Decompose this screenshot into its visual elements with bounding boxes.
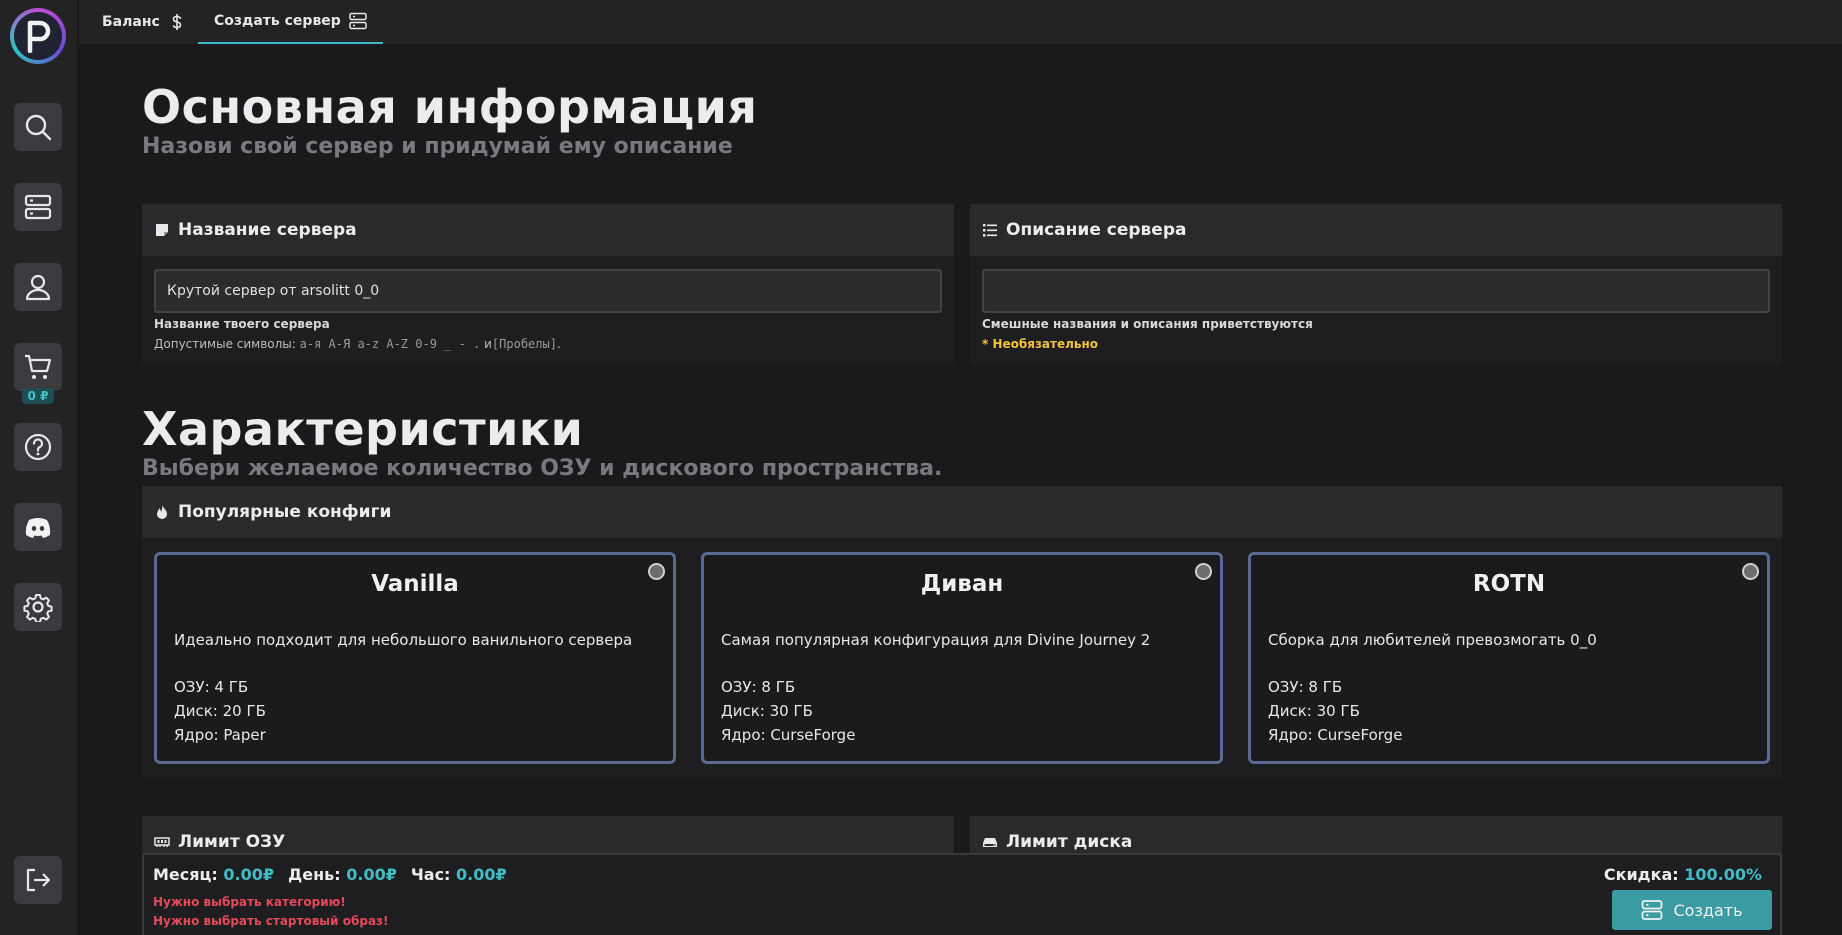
allowed-and: и xyxy=(484,337,492,351)
search-button[interactable] xyxy=(14,103,62,151)
popular-configs-title: Популярные конфиги xyxy=(178,502,392,522)
config-card-rotn[interactable]: ROTN Сборка для любителей превозмогать 0… xyxy=(1248,552,1770,764)
config-core: Ядро: CurseForge xyxy=(721,726,856,744)
fire-icon xyxy=(157,505,167,519)
config-card-vanilla[interactable]: Vanilla Идеально подходит для небольшого… xyxy=(154,552,676,764)
cart-icon xyxy=(25,354,52,379)
discord-button[interactable] xyxy=(14,503,62,551)
ram-limit-title: Лимит ОЗУ xyxy=(178,832,286,852)
config-ram: ОЗУ: 8 ГБ xyxy=(721,678,796,696)
popular-configs-header: Популярные конфиги xyxy=(142,486,1782,538)
tab-balance-label: Баланс xyxy=(102,14,160,30)
server-description-panel: Описание сервера Смешные названия и опис… xyxy=(970,204,1782,366)
config-core: Ядро: Paper xyxy=(174,726,266,744)
error-category: Нужно выбрать категорию! xyxy=(153,895,346,909)
price-row: Месяц: 0.00₽ День: 0.00₽ Час: 0.00₽ xyxy=(153,865,507,884)
user-icon xyxy=(25,274,51,301)
config-description: Сборка для любителей превозмогать 0_0 xyxy=(1268,631,1597,649)
day-label: День: xyxy=(287,865,341,884)
allowed-end: . xyxy=(556,337,561,351)
server-icon xyxy=(349,12,367,30)
logout-icon xyxy=(26,868,51,892)
config-core: Ядро: CurseForge xyxy=(1268,726,1403,744)
server-name-panel-title: Название сервера xyxy=(178,220,357,240)
discount-label: Скидка: xyxy=(1603,865,1679,884)
tab-create-server-label: Создать сервер xyxy=(214,13,341,29)
hour-value: 0.00₽ xyxy=(456,865,507,884)
server-description-panel-title: Описание сервера xyxy=(1006,220,1187,240)
create-button-label: Создать xyxy=(1673,900,1743,920)
server-icon xyxy=(1642,900,1663,920)
hour-label: Час: xyxy=(410,865,451,884)
server-description-hint: Смешные названия и описания приветствуют… xyxy=(982,317,1313,331)
config-ram: ОЗУ: 8 ГБ xyxy=(1268,678,1343,696)
server-name-allowed-chars: Допустимые символы: а-я А-Я a-z A-Z 0-9 … xyxy=(154,337,561,351)
memory-icon xyxy=(154,837,170,847)
config-disk: Диск: 30 ГБ xyxy=(1268,702,1360,720)
month-label: Месяц: xyxy=(153,865,218,884)
disk-limit-title: Лимит диска xyxy=(1006,832,1133,852)
discord-icon xyxy=(25,518,51,538)
error-image: Нужно выбрать стартовый образ! xyxy=(153,914,389,928)
config-card-divan[interactable]: Диван Самая популярная конфигурация для … xyxy=(701,552,1223,764)
discount-value: 100.00% xyxy=(1684,865,1762,884)
cart-price-badge: 0 ₽ xyxy=(22,388,54,404)
servers-button[interactable] xyxy=(14,183,62,231)
help-button[interactable] xyxy=(14,423,62,471)
help-icon xyxy=(24,433,52,461)
server-name-hint: Название твоего сервера xyxy=(154,317,330,331)
tab-create-server[interactable]: Создать сервер xyxy=(198,0,383,44)
optional-note: * Необязательно xyxy=(982,337,1099,351)
config-title: Диван xyxy=(920,571,1004,597)
allowed-spaces: [Пробелы] xyxy=(491,337,557,351)
config-description: Идеально подходит для небольшого ванильн… xyxy=(174,631,633,649)
profile-button[interactable] xyxy=(14,263,62,311)
cart-button[interactable] xyxy=(14,343,62,391)
server-name-input[interactable]: Крутой сервер от arsolitt 0_0 xyxy=(154,269,942,313)
config-disk: Диск: 20 ГБ xyxy=(174,702,266,720)
server-name-panel-header: Название сервера xyxy=(142,204,954,256)
basic-info-title: Основная информация xyxy=(142,80,758,134)
dollar-icon xyxy=(172,14,182,30)
hard-drive-icon xyxy=(983,838,997,847)
list-icon xyxy=(983,224,997,237)
config-disk: Диск: 30 ГБ xyxy=(721,702,813,720)
allowed-prefix: Допустимые символы: xyxy=(154,337,296,351)
sidebar: 0 ₽ xyxy=(0,0,78,935)
specs-title: Характеристики xyxy=(142,402,584,456)
app-logo[interactable] xyxy=(10,8,66,64)
config-ram: ОЗУ: 4 ГБ xyxy=(174,678,249,696)
topbar: Баланс Создать сервер xyxy=(79,0,1842,44)
logout-button[interactable] xyxy=(14,856,62,904)
config-title: Vanilla xyxy=(371,571,459,597)
discount: Скидка: 100.00% xyxy=(1604,865,1762,884)
month-value: 0.00₽ xyxy=(223,865,274,884)
tab-balance[interactable]: Баланс xyxy=(86,0,202,44)
logo-p-icon xyxy=(27,20,51,53)
server-description-panel-header: Описание сервера xyxy=(970,204,1782,256)
price-day: День: 0.00₽ xyxy=(288,865,397,884)
config-title: ROTN xyxy=(1472,571,1546,597)
server-description-input[interactable] xyxy=(982,269,1770,313)
specs-subtitle: Выбери желаемое количество ОЗУ и дисково… xyxy=(142,456,943,481)
allowed-chars-list: а-я А-Я a-z A-Z 0-9 _ - . xyxy=(299,337,481,351)
day-value: 0.00₽ xyxy=(346,865,397,884)
gear-icon xyxy=(23,594,53,622)
basic-info-subtitle: Назови свой сервер и придумай ему описан… xyxy=(142,134,733,159)
settings-button[interactable] xyxy=(14,583,62,631)
price-hour: Час: 0.00₽ xyxy=(411,865,507,884)
server-name-panel: Название сервера Крутой сервер от arsoli… xyxy=(142,204,954,366)
order-summary-bar: Месяц: 0.00₽ День: 0.00₽ Час: 0.00₽ Нужн… xyxy=(142,853,1782,935)
logo-inner xyxy=(14,12,62,60)
server-icon xyxy=(24,194,52,220)
search-icon xyxy=(25,114,52,141)
note-icon xyxy=(156,224,168,236)
price-month: Месяц: 0.00₽ xyxy=(153,865,274,884)
create-server-button[interactable]: Создать xyxy=(1612,890,1772,930)
config-description: Самая популярная конфигурация для Divine… xyxy=(721,631,1151,649)
